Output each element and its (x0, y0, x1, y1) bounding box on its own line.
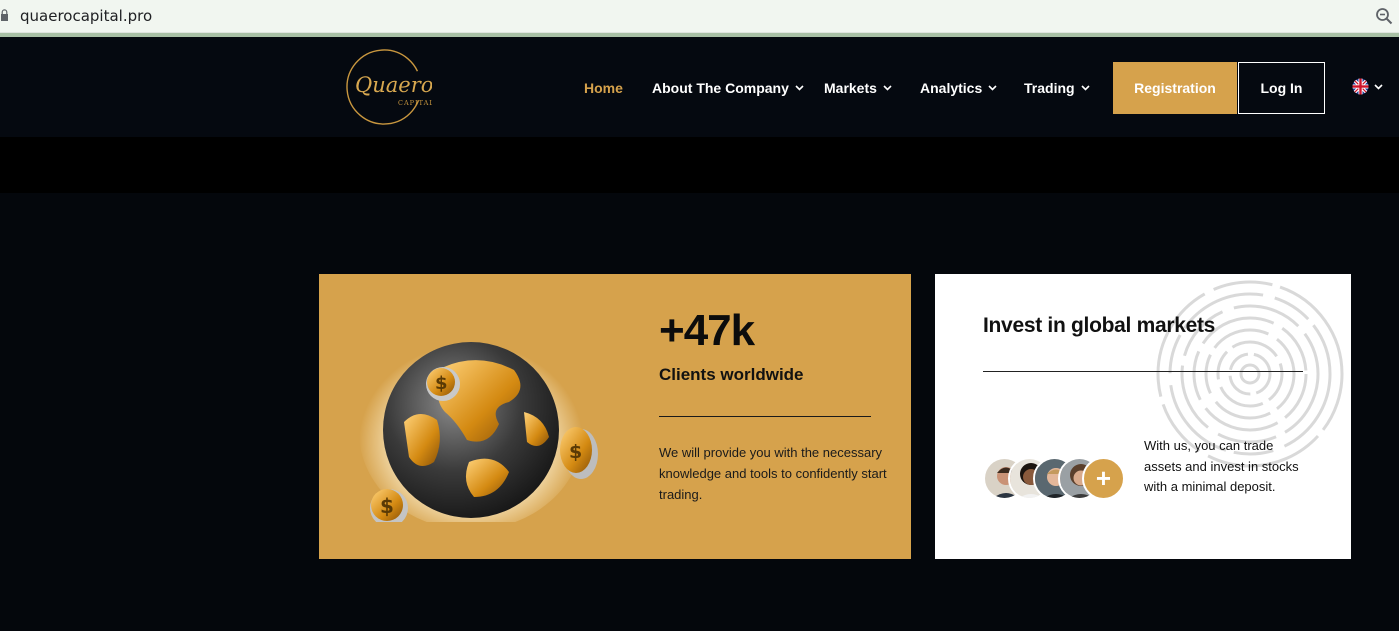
svg-text:$: $ (569, 441, 582, 463)
chevron-down-icon (883, 85, 892, 91)
registration-button[interactable]: Registration (1113, 62, 1237, 114)
stats-divider (659, 416, 871, 417)
invest-card-title: Invest in global markets (983, 314, 1216, 337)
globe-coins-illustration: $ $ $ (359, 334, 598, 522)
client-avatars: + (983, 457, 1128, 501)
lock-icon (1, 9, 8, 21)
svg-text:Quaero: Quaero (355, 73, 432, 97)
nav-about-label: About The Company (652, 80, 789, 96)
plus-label: + (1095, 463, 1112, 493)
chevron-down-icon (795, 85, 804, 91)
browser-url-text[interactable]: quaerocapital.pro (20, 7, 152, 25)
clients-label: Clients worldwide (659, 365, 804, 384)
chevron-down-icon (1080, 85, 1090, 91)
nav-markets-label: Markets (824, 80, 877, 96)
zoom-icon[interactable] (1375, 7, 1393, 25)
nav-about-company[interactable]: About The Company (652, 80, 804, 96)
clients-stats-card: $ $ $ +47k Clients worldwide We will pro… (319, 274, 911, 559)
invest-markets-card: Invest in global markets + With us, you … (935, 274, 1351, 559)
clients-count: +47k (659, 306, 755, 355)
stats-description: We will provide you with the necessary k… (659, 445, 887, 502)
nav-trading[interactable]: Trading (1024, 80, 1090, 96)
chevron-down-icon (988, 85, 997, 91)
add-avatar-button[interactable]: + (1082, 457, 1125, 500)
nav-home-label: Home (584, 80, 623, 96)
invest-description: With us, you can trade assets and invest… (1144, 438, 1299, 494)
nav-trading-label: Trading (1024, 80, 1075, 96)
login-button[interactable]: Log In (1238, 62, 1325, 114)
language-selector[interactable] (1352, 78, 1383, 95)
invest-divider (983, 371, 1303, 372)
uk-flag-icon (1352, 78, 1369, 95)
nav-analytics[interactable]: Analytics (920, 80, 997, 96)
browser-address-bar[interactable]: quaerocapital.pro (0, 0, 1399, 33)
chevron-down-icon (1374, 83, 1383, 90)
coin-top: $ (426, 367, 460, 401)
quaero-capital-logo[interactable]: Quaero CAPITAL (340, 47, 432, 127)
svg-text:$: $ (380, 494, 394, 518)
hero-strip (0, 137, 1399, 193)
site-header: Quaero CAPITAL Home About The Company Ma… (0, 37, 1399, 137)
nav-home[interactable]: Home (584, 80, 623, 96)
svg-text:CAPITAL: CAPITAL (398, 99, 432, 107)
nav-markets[interactable]: Markets (824, 80, 892, 96)
nav-analytics-label: Analytics (920, 80, 983, 96)
svg-text:$: $ (435, 373, 448, 394)
